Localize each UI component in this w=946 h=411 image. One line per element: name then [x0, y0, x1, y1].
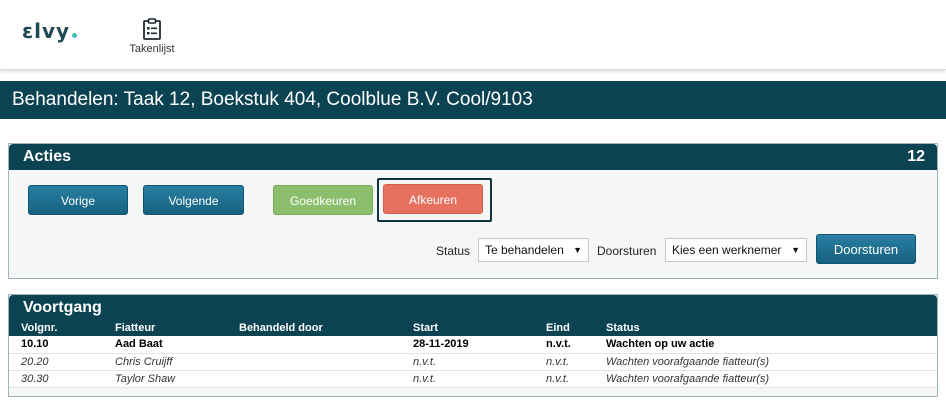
- cell-volgnr: 30.30: [9, 370, 103, 388]
- cell-eind: n.v.t.: [534, 353, 594, 371]
- nav-item-label: Takenlijst: [129, 43, 175, 55]
- cell-fiatteur: Taylor Shaw: [103, 370, 227, 388]
- cell-status: Wachten voorafgaande fiatteur(s): [594, 353, 937, 371]
- employee-select-placeholder: Kies een werknemer: [672, 243, 782, 257]
- column-header-behandeld-door: Behandeld door: [227, 320, 401, 336]
- table-row: 10.10 Aad Baat 28-11-2019 n.v.t. Wachten…: [9, 336, 937, 354]
- cell-start: 28-11-2019: [401, 336, 534, 354]
- cell-start: n.v.t.: [401, 353, 534, 371]
- cell-volgnr: 10.10: [9, 336, 103, 354]
- status-select[interactable]: Te behandelen ▼: [478, 238, 589, 262]
- chevron-down-icon: ▼: [573, 245, 582, 255]
- page-title: Behandelen: Taak 12, Boekstuk 404, Coolb…: [0, 81, 946, 119]
- cell-status: Wachten op uw actie: [594, 336, 937, 354]
- top-navigation-bar: ɛlvy Takenlijst: [0, 0, 946, 70]
- cell-eind: n.v.t.: [534, 336, 594, 354]
- chevron-down-icon: ▼: [791, 245, 800, 255]
- app-logo[interactable]: ɛlvy: [22, 19, 78, 43]
- acties-title: Acties: [23, 148, 72, 165]
- cell-fiatteur: Aad Baat: [103, 336, 227, 354]
- cell-behandeld-door: [227, 353, 401, 371]
- employee-select[interactable]: Kies een werknemer ▼: [665, 238, 807, 262]
- cell-start: n.v.t.: [401, 370, 534, 388]
- column-header-volgnr: Volgnr.: [9, 320, 103, 336]
- logo-dot: [72, 33, 78, 38]
- task-count: 12: [907, 148, 925, 165]
- column-header-eind: Eind: [534, 320, 594, 336]
- cell-eind: n.v.t.: [534, 370, 594, 388]
- voortgang-header: Voortgang: [9, 295, 937, 320]
- voortgang-panel: Voortgang Volgnr. Fiatteur Behandeld doo…: [8, 294, 938, 397]
- nav-item-takenlijst[interactable]: Takenlijst: [122, 18, 182, 62]
- cell-status: Wachten voorafgaande fiatteur(s): [594, 370, 937, 388]
- logo-text: ɛlvy: [22, 19, 71, 43]
- forward-label: Doorsturen: [597, 244, 657, 258]
- progress-table: Volgnr. Fiatteur Behandeld door Start Ei…: [9, 320, 937, 388]
- table-header-row: Volgnr. Fiatteur Behandeld door Start Ei…: [9, 320, 937, 336]
- cell-behandeld-door: [227, 336, 401, 354]
- cell-fiatteur: Chris Cruijff: [103, 353, 227, 371]
- acties-panel: Acties 12 Vorige Volgende Goedkeuren Afk…: [8, 143, 938, 279]
- clipboard-list-icon: [122, 18, 182, 40]
- cell-behandeld-door: [227, 370, 401, 388]
- cell-volgnr: 20.20: [9, 353, 103, 371]
- table-row: 30.30 Taylor Shaw n.v.t. n.v.t. Wachten …: [9, 370, 937, 388]
- reject-button[interactable]: Afkeuren: [383, 184, 483, 214]
- forward-button[interactable]: Doorsturen: [816, 234, 916, 264]
- table-row: 20.20 Chris Cruijff n.v.t. n.v.t. Wachte…: [9, 353, 937, 371]
- previous-button[interactable]: Vorige: [28, 185, 128, 215]
- column-header-start: Start: [401, 320, 534, 336]
- approve-button[interactable]: Goedkeuren: [273, 185, 373, 215]
- voortgang-title: Voortgang: [23, 299, 102, 316]
- status-label: Status: [436, 244, 471, 258]
- next-button[interactable]: Volgende: [143, 185, 244, 215]
- acties-header: Acties 12: [9, 144, 937, 170]
- status-select-value: Te behandelen: [485, 243, 564, 257]
- column-header-fiatteur: Fiatteur: [103, 320, 227, 336]
- column-header-status: Status: [594, 320, 937, 336]
